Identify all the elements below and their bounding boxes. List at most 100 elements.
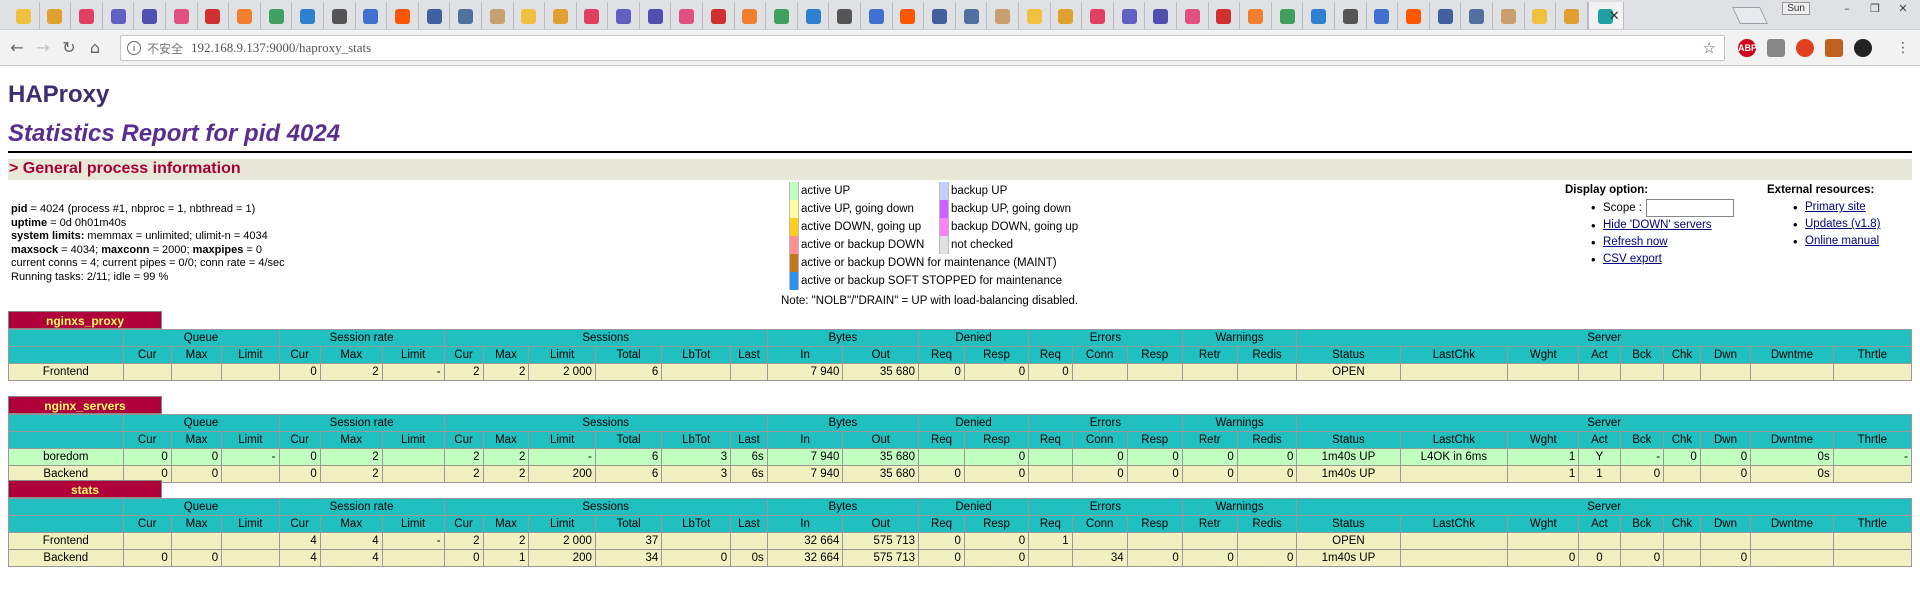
- browser-tab[interactable]: [1335, 2, 1367, 29]
- browser-tab[interactable]: [103, 2, 135, 29]
- bookmark-star-icon[interactable]: ☆: [1703, 39, 1716, 57]
- browser-tab[interactable]: [1272, 2, 1304, 29]
- browser-tab[interactable]: [1525, 2, 1557, 29]
- browser-tab[interactable]: [577, 2, 609, 29]
- minimize-icon[interactable]: –: [1836, 2, 1858, 15]
- a-icon: [236, 8, 252, 24]
- proxy-name[interactable]: nginx_servers: [8, 396, 162, 414]
- browser-tab[interactable]: [671, 2, 704, 29]
- proxy-name[interactable]: stats: [8, 480, 162, 498]
- extension-icon[interactable]: [1825, 39, 1843, 57]
- browser-tab[interactable]: [292, 2, 324, 29]
- browser-tab[interactable]: [324, 2, 356, 29]
- browser-tab[interactable]: [829, 2, 862, 29]
- scope-input[interactable]: [1646, 199, 1734, 217]
- row-name[interactable]: Frontend: [8, 363, 124, 381]
- browser-tab[interactable]: [1114, 2, 1146, 29]
- row-name[interactable]: Backend: [8, 549, 124, 567]
- table-cell: 7 940: [766, 465, 844, 483]
- browser-tab[interactable]: [735, 2, 767, 29]
- cell-value: 4: [310, 552, 317, 564]
- browser-tab[interactable]: [1493, 2, 1525, 29]
- browser-tab[interactable]: [71, 2, 103, 29]
- browser-tab[interactable]: [640, 2, 672, 29]
- browser-tab[interactable]: [1303, 2, 1335, 29]
- browser-tab[interactable]: [8, 2, 40, 29]
- close-window-icon[interactable]: ✕: [1892, 2, 1914, 15]
- browser-tab[interactable]: [1082, 2, 1114, 29]
- browser-tab[interactable]: [1145, 2, 1177, 29]
- browser-tab[interactable]: [1556, 2, 1588, 29]
- browser-tab[interactable]: [1019, 2, 1051, 29]
- browser-tab[interactable]: [482, 2, 514, 29]
- reload-icon[interactable]: ↻: [56, 38, 82, 57]
- address-bar[interactable]: i 不安全 192.168.9.137:9000/haproxy_stats ☆: [120, 35, 1725, 61]
- row-name[interactable]: Frontend: [8, 532, 124, 550]
- browser-tab[interactable]: [1398, 2, 1430, 29]
- browser-tab[interactable]: [450, 2, 482, 29]
- adblock-icon[interactable]: ABP: [1738, 39, 1757, 57]
- extension-icon[interactable]: [1854, 39, 1872, 57]
- browser-tab[interactable]: [545, 2, 577, 29]
- browser-tab[interactable]: [166, 2, 198, 29]
- browser-tab[interactable]: [608, 2, 640, 29]
- browser-tab[interactable]: [356, 2, 388, 29]
- browser-tab[interactable]: [1177, 2, 1209, 29]
- browser-tab[interactable]: [198, 2, 230, 29]
- profile-badge[interactable]: Sun: [1782, 2, 1810, 15]
- browser-tab[interactable]: [1367, 2, 1399, 29]
- table-cell: 2: [482, 532, 530, 550]
- browser-tab[interactable]: [1240, 2, 1272, 29]
- browser-tab[interactable]: [861, 2, 893, 29]
- heart-icon: [173, 8, 189, 24]
- browser-tab[interactable]: [798, 2, 830, 29]
- menu-icon[interactable]: ⋮: [1896, 40, 1910, 56]
- browser-tab[interactable]: [1430, 2, 1462, 29]
- browser-tab[interactable]: [703, 2, 735, 29]
- tab-strip: ✕ Sun – ❐ ✕: [0, 0, 1920, 30]
- new-tab-button[interactable]: [1732, 7, 1768, 24]
- extension-icon[interactable]: [1767, 39, 1785, 57]
- maximize-icon[interactable]: ❐: [1864, 2, 1886, 15]
- browser-tab[interactable]: [229, 2, 261, 29]
- browser-tab[interactable]: [419, 2, 451, 29]
- online-manual-link[interactable]: Online manual: [1805, 235, 1879, 247]
- table-cell: 0: [1071, 465, 1128, 483]
- extension-icon[interactable]: [1796, 39, 1814, 57]
- browser-tab[interactable]: [1461, 2, 1493, 29]
- column-header: Status: [1296, 515, 1401, 533]
- browser-tab[interactable]: [40, 2, 72, 29]
- forward-icon[interactable]: →: [30, 38, 56, 57]
- browser-tab[interactable]: [1051, 2, 1083, 29]
- browser-tab[interactable]: [514, 2, 546, 29]
- table-cell: [661, 363, 732, 381]
- browser-tab[interactable]: [956, 2, 988, 29]
- header-empty: [8, 431, 124, 449]
- cell-value: 6s: [751, 468, 764, 480]
- hide-down-link[interactable]: Hide 'DOWN' servers: [1603, 219, 1712, 231]
- updates-link[interactable]: Updates (v1.8): [1805, 218, 1880, 230]
- browser-tab[interactable]: [1209, 2, 1241, 29]
- csv-export-link[interactable]: CSV export: [1603, 253, 1662, 265]
- table-cell: [1663, 549, 1701, 567]
- primary-site-link[interactable]: Primary site: [1805, 201, 1866, 213]
- paw-icon: [1342, 8, 1358, 24]
- browser-tab[interactable]: [134, 2, 166, 29]
- close-tab-icon[interactable]: ✕: [1609, 8, 1620, 24]
- browser-tab[interactable]: [987, 2, 1019, 29]
- info-icon[interactable]: i: [127, 41, 141, 55]
- browser-tab[interactable]: [924, 2, 956, 29]
- browser-tab-active[interactable]: ✕: [1587, 2, 1624, 29]
- home-icon[interactable]: ⌂: [82, 38, 108, 57]
- refresh-now-link[interactable]: Refresh now: [1603, 236, 1668, 248]
- external-resources-title: External resources:: [1767, 184, 1875, 196]
- row-name[interactable]: boredom: [8, 448, 124, 466]
- browser-tab[interactable]: [893, 2, 925, 29]
- cell-value: 2: [518, 468, 526, 480]
- proxy-name[interactable]: nginxs_proxy: [8, 311, 162, 329]
- url-text[interactable]: 192.168.9.137:9000/haproxy_stats: [191, 40, 371, 56]
- back-icon[interactable]: ←: [4, 38, 30, 57]
- browser-tab[interactable]: [261, 2, 293, 29]
- browser-tab[interactable]: [766, 2, 798, 29]
- browser-tab[interactable]: [387, 2, 419, 29]
